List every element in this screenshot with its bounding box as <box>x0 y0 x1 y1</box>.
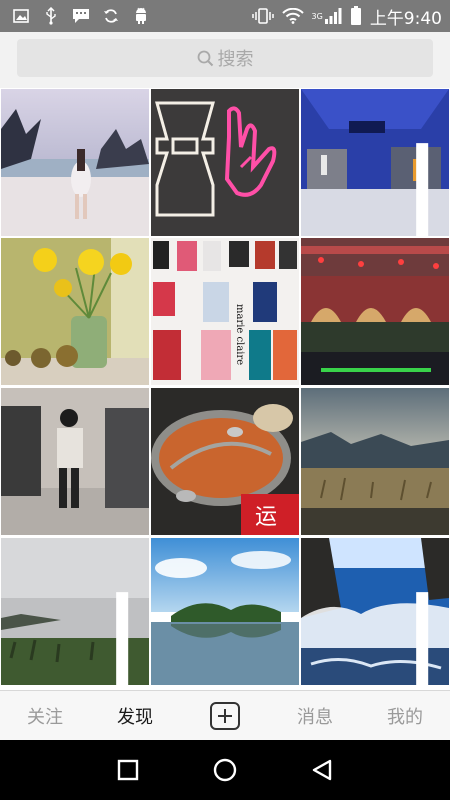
plus-icon <box>218 708 232 723</box>
photo-tile[interactable] <box>151 538 299 685</box>
gallery-icon <box>12 8 30 24</box>
hotpot-photo: 运 <box>151 388 299 535</box>
search-placeholder: 搜索 <box>217 49 254 70</box>
neon-signs-photo <box>151 89 299 236</box>
night-building-photo <box>301 238 449 385</box>
search-input[interactable]: 搜索 <box>17 39 433 77</box>
home-button[interactable] <box>205 750 245 790</box>
tab-me[interactable]: 我的 <box>360 703 450 729</box>
multiple-photos-icon <box>115 552 137 685</box>
back-button[interactable] <box>302 750 342 790</box>
status-time: 上午9:40 <box>369 8 442 29</box>
beach-photo <box>1 89 149 236</box>
circle-icon <box>213 758 237 782</box>
photo-tile[interactable]: 运 <box>151 388 299 535</box>
back-triangle-icon <box>312 759 331 781</box>
vibrate-icon <box>251 7 274 25</box>
tab-discover[interactable]: 发现 <box>90 703 180 729</box>
magazine-photo: marie claire <box>151 238 299 385</box>
status-bar: 3G 上午9:40 <box>0 0 450 32</box>
wifi-icon <box>281 8 304 24</box>
photo-tile[interactable] <box>1 89 149 236</box>
daffodils-photo <box>1 238 149 385</box>
multiple-photos-icon <box>415 552 437 685</box>
photo-tile[interactable] <box>1 538 149 685</box>
signal-icon: 3G <box>312 8 342 24</box>
add-post-button[interactable] <box>210 701 240 730</box>
square-icon <box>118 759 139 781</box>
multiple-photos-icon <box>415 103 437 236</box>
photo-tile[interactable] <box>151 89 299 236</box>
photo-tile[interactable] <box>301 538 449 685</box>
sunset-mountains-photo <box>301 388 449 535</box>
photo-grid: marie claire 运 <box>0 88 450 690</box>
magazine-title-text: marie claire <box>234 304 245 365</box>
tab-add[interactable] <box>180 701 270 730</box>
recents-button[interactable] <box>108 750 148 790</box>
network-type-label: 3G <box>311 11 323 21</box>
bottom-tab-bar: 关注 发现 消息 我的 <box>0 690 450 740</box>
photo-tile[interactable]: marie claire <box>151 238 299 385</box>
man-in-store-photo <box>1 388 149 535</box>
system-nav-bar <box>0 740 450 800</box>
photo-tile[interactable] <box>1 238 149 385</box>
tab-messages[interactable]: 消息 <box>270 703 360 729</box>
photo-tile[interactable] <box>301 388 449 535</box>
search-icon <box>197 50 214 67</box>
photo-tile[interactable] <box>301 89 449 236</box>
photo-tile[interactable] <box>1 388 149 535</box>
usb-icon <box>42 7 60 25</box>
message-icon <box>72 8 90 24</box>
photo-tile[interactable] <box>301 238 449 385</box>
status-notification-icons <box>12 7 162 25</box>
battery-icon <box>350 6 362 26</box>
sync-icon <box>102 8 120 24</box>
search-area: 搜索 <box>0 32 450 88</box>
android-icon <box>132 7 150 24</box>
lake-island-photo <box>151 538 299 685</box>
hotpot-sign-text: 运 <box>255 505 277 530</box>
tab-follow[interactable]: 关注 <box>0 703 90 729</box>
status-system-icons: 3G 上午9:40 <box>244 4 442 29</box>
